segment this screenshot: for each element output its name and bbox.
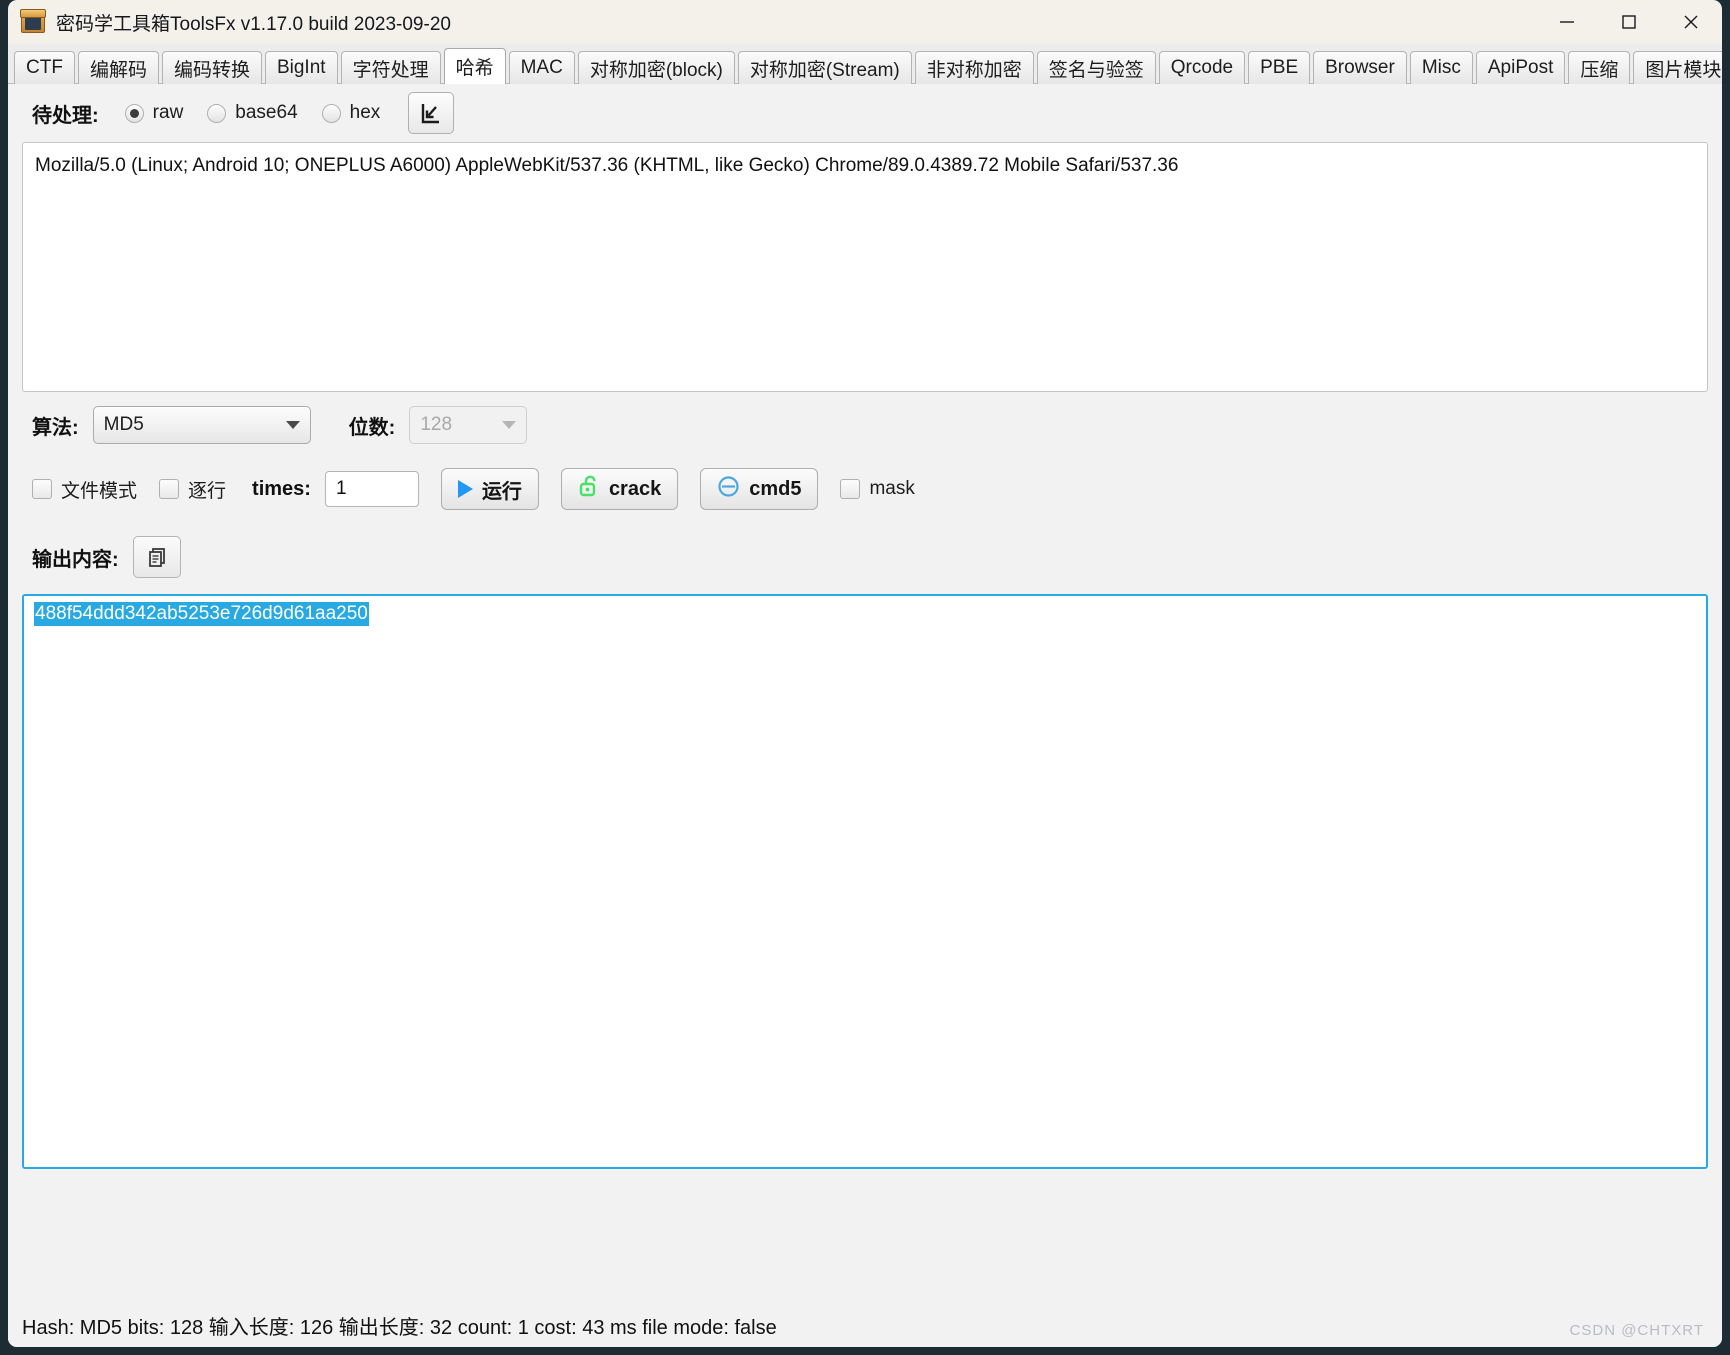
output-textarea[interactable]: 488f54ddd342ab5253e726d9d61aa250 (22, 594, 1708, 1169)
chevron-down-icon (285, 421, 300, 429)
tab-17[interactable]: 图片模块 (1633, 51, 1722, 84)
copy-pages-icon[interactable] (132, 536, 181, 578)
maximize-button[interactable] (1598, 0, 1660, 44)
tab-label: 对称加密(block) (589, 59, 723, 81)
algorithm-label: 算法: (32, 416, 79, 439)
tab-label: 字符处理 (352, 59, 429, 81)
radio-raw[interactable]: raw (124, 102, 184, 124)
statusbar: Hash: MD5 bits: 128 输入长度: 126 输出长度: 32 c… (8, 1303, 1722, 1347)
tab-label: 签名与验签 (1048, 59, 1144, 81)
input-format-radio-group: raw base64 hex (124, 102, 405, 124)
unlock-padlock-icon (578, 474, 600, 504)
statusbar-text: Hash: MD5 bits: 128 输入长度: 126 输出长度: 32 c… (22, 1316, 777, 1339)
algorithm-value: MD5 (103, 414, 144, 435)
chevron-down-icon (502, 421, 517, 429)
tab-label: ApiPost (1487, 57, 1554, 78)
window-controls (1536, 0, 1722, 44)
tab-label: BigInt (276, 57, 326, 78)
input-section-label: 待处理: (32, 104, 99, 127)
radio-label: raw (152, 102, 184, 123)
circle-minus-icon (717, 475, 740, 504)
watermark: CSDN @CHTXRT (1569, 1322, 1704, 1339)
algorithm-select[interactable]: MD5 (92, 406, 311, 444)
tab-label: PBE (1260, 57, 1299, 78)
tab-label: 非对称加密 (926, 59, 1022, 81)
output-label-row: 输出内容: (8, 520, 1722, 594)
actions-row: 文件模式 逐行 times: 1 运行 crack cmd5 mask (8, 458, 1722, 520)
tab-label: 编码转换 (173, 59, 250, 81)
input-mode-row: 待处理: raw base64 hex (8, 84, 1722, 142)
radio-base64[interactable]: base64 (207, 102, 298, 124)
play-triangle-icon (457, 480, 473, 498)
radio-dot (207, 103, 227, 123)
checkbox-box (840, 479, 861, 499)
tab-8[interactable]: 对称加密(Stream) (737, 51, 912, 84)
toolbox-icon (20, 9, 46, 35)
tab-0[interactable]: CTF (14, 51, 75, 84)
tab-label: Misc (1421, 57, 1461, 78)
window-titlebar: 密码学工具箱ToolsFx v1.17.0 build 2023-09-20 (8, 0, 1722, 44)
minimize-button[interactable] (1536, 0, 1598, 44)
tab-6[interactable]: MAC (508, 51, 575, 84)
tab-14[interactable]: Misc (1409, 51, 1473, 84)
tab-10[interactable]: 签名与验签 (1036, 51, 1156, 84)
tab-label: 对称加密(Stream) (749, 59, 900, 81)
tab-11[interactable]: Qrcode (1158, 51, 1246, 84)
run-button-label: 运行 (481, 480, 522, 503)
crack-button-label: crack (608, 477, 662, 500)
tab-label: Browser (1325, 57, 1395, 78)
cmd5-button-label: cmd5 (749, 477, 802, 500)
checkbox-box (159, 479, 180, 499)
file-mode-label: 文件模式 (61, 480, 138, 502)
bits-label: 位数: (348, 416, 396, 439)
tab-7[interactable]: 对称加密(block) (577, 51, 735, 84)
cmd5-button[interactable]: cmd5 (700, 468, 819, 510)
bits-select[interactable]: 128 (409, 406, 528, 444)
tab-label: 编解码 (89, 59, 147, 81)
tab-label: 哈希 (455, 58, 494, 79)
output-hash-value: 488f54ddd342ab5253e726d9d61aa250 (34, 602, 369, 626)
line-by-line-checkbox[interactable]: 逐行 (159, 476, 226, 503)
tab-label: MAC (520, 57, 563, 78)
tab-label: 图片模块 (1645, 59, 1722, 81)
tab-label: Qrcode (1170, 57, 1234, 78)
tab-12[interactable]: PBE (1248, 51, 1311, 84)
tab-1[interactable]: 编解码 (77, 51, 159, 84)
times-input[interactable]: 1 (324, 471, 419, 507)
run-button[interactable]: 运行 (440, 468, 539, 510)
algorithm-row: 算法: MD5 位数: 128 (8, 392, 1722, 458)
app-root: 密码学工具箱ToolsFx v1.17.0 build 2023-09-20 C… (0, 0, 1730, 1355)
main-tabbar: CTF 编解码 编码转换 BigInt 字符处理 哈希 MAC 对称加密(block) 对称加密… (8, 44, 1722, 84)
tab-15[interactable]: ApiPost (1475, 51, 1566, 84)
radio-dot (321, 103, 341, 123)
output-section-label: 输出内容: (32, 548, 119, 571)
window-title: 密码学工具箱ToolsFx v1.17.0 build 2023-09-20 (56, 13, 451, 35)
file-mode-checkbox[interactable]: 文件模式 (32, 476, 137, 503)
radio-hex[interactable]: hex (321, 102, 381, 124)
window-body: CTF 编解码 编码转换 BigInt 字符处理 哈希 MAC 对称加密(block) 对称加密… (8, 44, 1722, 1347)
radio-label: hex (349, 102, 381, 123)
tab-5[interactable]: 哈希 (443, 48, 506, 84)
tab-13[interactable]: Browser (1313, 51, 1407, 84)
times-label: times: (252, 477, 311, 500)
mask-label: mask (869, 478, 915, 499)
radio-dot (124, 103, 144, 123)
tab-9[interactable]: 非对称加密 (914, 51, 1034, 84)
crack-button[interactable]: crack (560, 468, 679, 510)
tab-4[interactable]: 字符处理 (340, 51, 441, 84)
input-textarea[interactable]: Mozilla/5.0 (Linux; Android 10; ONEPLUS … (22, 142, 1708, 392)
tab-3[interactable]: BigInt (264, 51, 338, 84)
line-by-line-label: 逐行 (188, 480, 227, 502)
bits-value: 128 (420, 414, 453, 435)
import-into-box-icon[interactable] (408, 92, 455, 134)
tab-2[interactable]: 编码转换 (161, 51, 262, 84)
mask-checkbox[interactable]: mask (840, 478, 915, 500)
tab-16[interactable]: 压缩 (1568, 51, 1631, 84)
checkbox-box (32, 479, 52, 499)
close-button[interactable] (1660, 0, 1722, 44)
tab-label: 压缩 (1580, 59, 1619, 81)
radio-label: base64 (235, 102, 298, 123)
tab-label: CTF (26, 57, 63, 78)
